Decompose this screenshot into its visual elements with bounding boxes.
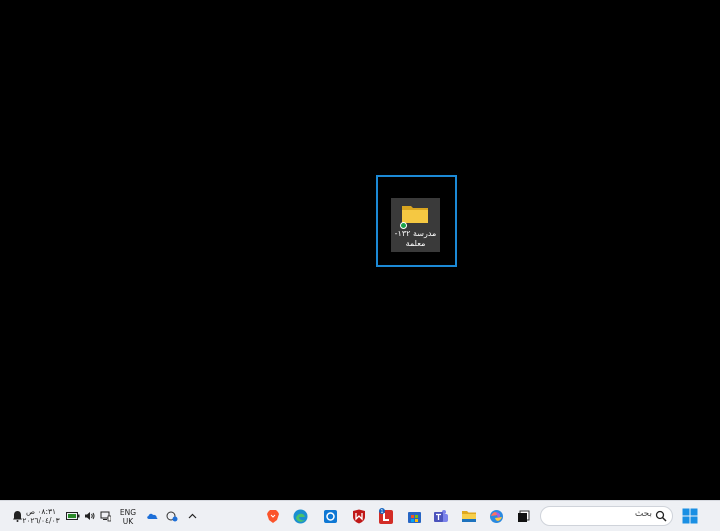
desktop[interactable]: مدرسة ١٣٢- معلمة [0,0,720,500]
clock-date: ٢٠٢٦/٠٤/٠٣ [22,516,60,525]
clock[interactable]: ٠٨:٣١ ص ٢٠٢٦/٠٤/٠٣ [22,507,60,525]
folder-label-line2: معلمة [405,239,426,248]
taskbar: ٠٨:٣١ ص ٢٠٢٦/٠٤/٠٣ ENG UK 1 بحث [0,500,720,531]
language-bottom: UK [122,517,134,526]
network-icon[interactable] [96,507,114,525]
window-app-icon[interactable] [514,507,532,525]
synced-check-icon [400,222,407,229]
search-icon [655,510,667,522]
search-box[interactable]: بحث [540,506,673,526]
notification-badge: 1 [380,509,383,515]
copilot-icon[interactable] [487,507,505,525]
folder-icon [402,206,428,223]
microsoft-teams-icon[interactable] [432,507,450,525]
file-explorer-icon[interactable] [460,507,478,525]
clock-time: ٠٨:٣١ ص [25,507,57,516]
folder-label-line1: مدرسة ١٣٢- [394,229,437,238]
edge-icon[interactable] [291,507,309,525]
onedrive-icon[interactable] [143,507,161,525]
desktop-folder-icon[interactable]: مدرسة ١٣٢- معلمة [391,198,440,252]
brave-icon[interactable] [264,507,282,525]
folder-label: مدرسة ١٣٢- معلمة [391,229,440,249]
language-top: ENG [119,508,137,517]
language-indicator[interactable]: ENG UK [118,508,138,526]
windows-start-icon[interactable] [681,507,699,525]
mcafee-icon[interactable] [350,507,368,525]
outlook-icon[interactable] [321,507,339,525]
search-placeholder: بحث [634,509,652,519]
microsoft-store-icon[interactable] [405,507,423,525]
vpn-icon[interactable] [163,507,181,525]
lastpass-icon[interactable]: 1 [377,507,395,525]
chevron-up-icon[interactable] [183,507,201,525]
